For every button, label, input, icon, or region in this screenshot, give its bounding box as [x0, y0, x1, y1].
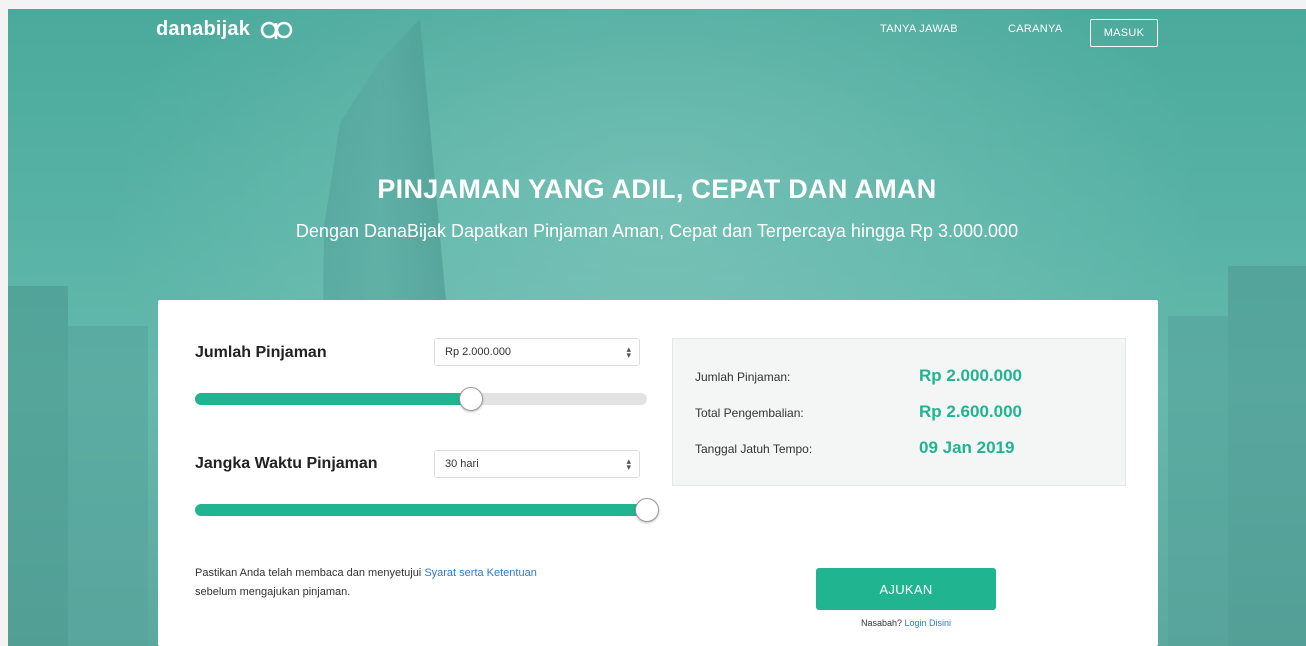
- nav-link-how-it-works[interactable]: CARANYA: [1008, 23, 1062, 35]
- loan-term-select[interactable]: 30 hari ▴ ▾: [434, 450, 640, 478]
- login-prompt-text: Nasabah?: [860, 618, 902, 628]
- loan-summary-panel: Jumlah Pinjaman: Rp 2.000.000 Total Peng…: [672, 338, 1126, 486]
- chevron-updown-icon: ▴ ▾: [626, 344, 631, 360]
- terms-link[interactable]: Syarat serta Ketentuan: [424, 567, 537, 579]
- login-button[interactable]: MASUK: [1090, 19, 1158, 47]
- loan-amount-slider[interactable]: [195, 387, 647, 411]
- background-building: [8, 286, 68, 646]
- background-building: [1168, 316, 1228, 646]
- terms-notice: Pastikan Anda telah membaca dan menyetuj…: [195, 564, 655, 602]
- summary-value-amount: Rp 2.000.000: [919, 366, 1023, 385]
- loan-amount-slider-handle[interactable]: [459, 387, 483, 411]
- summary-label-amount: Jumlah Pinjaman:: [695, 370, 791, 384]
- loan-term-selected: 30 hari: [445, 458, 479, 470]
- danabijak-logo-icon: [260, 21, 293, 39]
- terms-text-before: Pastikan Anda telah membaca dan menyetuj…: [195, 567, 425, 579]
- loan-term-slider[interactable]: [195, 498, 659, 522]
- loan-amount-select[interactable]: Rp 2.000.000 ▴ ▾: [434, 338, 640, 366]
- background-building: [1228, 266, 1306, 646]
- loan-calculator-card: Jumlah Pinjaman Rp 2.000.000 ▴ ▾ Jangka W…: [158, 300, 1158, 646]
- hero-title: PINJAMAN YANG ADIL, CEPAT DAN AMAN: [377, 174, 937, 204]
- logo-text: danabijak: [156, 18, 251, 40]
- login-prompt: Nasabah? Login Disini: [816, 618, 996, 628]
- hero-subtitle: Dengan DanaBijak Dapatkan Pinjaman Aman,…: [295, 221, 1019, 241]
- summary-label-due-date: Tanggal Jatuh Tempo:: [695, 442, 813, 456]
- page-frame: danabijak TANYA JAWAB CARANYA MASUK PINJ…: [8, 9, 1306, 646]
- submit-button[interactable]: AJUKAN: [816, 568, 996, 610]
- login-link[interactable]: Login Disini: [905, 618, 952, 628]
- summary-label-total: Total Pengembalian:: [695, 406, 804, 420]
- summary-value-total: Rp 2.600.000: [919, 402, 1023, 421]
- loan-term-label: Jangka Waktu Pinjaman: [195, 455, 378, 472]
- loan-term-slider-fill: [195, 504, 647, 516]
- nav-link-faq[interactable]: TANYA JAWAB: [880, 23, 958, 35]
- chevron-updown-icon: ▴ ▾: [626, 456, 631, 472]
- background-building: [68, 326, 148, 646]
- loan-amount-slider-fill: [195, 393, 471, 405]
- loan-amount-label: Jumlah Pinjaman: [195, 344, 327, 361]
- logo[interactable]: danabijak: [156, 18, 294, 41]
- summary-value-due-date: 09 Jan 2019: [919, 438, 1015, 457]
- loan-amount-selected: Rp 2.000.000: [445, 346, 512, 358]
- loan-term-slider-handle[interactable]: [635, 498, 659, 522]
- terms-text-after: sebelum mengajukan pinjaman.: [195, 586, 351, 598]
